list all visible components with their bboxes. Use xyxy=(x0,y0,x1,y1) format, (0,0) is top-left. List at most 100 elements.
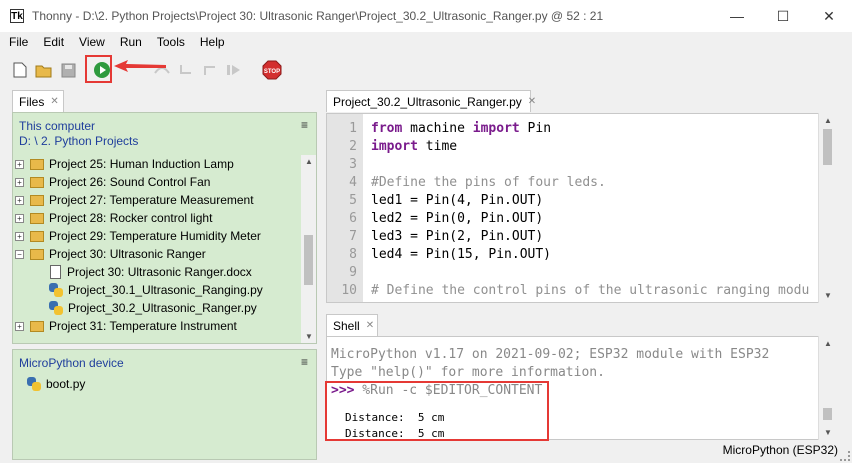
editor-scroll-thumb[interactable] xyxy=(823,129,832,165)
expand-icon[interactable]: + xyxy=(15,195,24,205)
folder-icon xyxy=(30,230,44,242)
close-button[interactable]: ✕ xyxy=(806,0,852,32)
close-icon[interactable]: ✕ xyxy=(366,320,374,331)
shell-output-highlight xyxy=(325,381,549,441)
line-number: 8 xyxy=(349,246,357,262)
tree-item-label: Project 25: Human Induction Lamp xyxy=(49,157,234,171)
tab-files-label: Files xyxy=(19,94,45,109)
interpreter-status[interactable]: MicroPython (ESP32) xyxy=(723,443,838,457)
expand-icon[interactable]: + xyxy=(15,213,24,223)
stop-label: STOP xyxy=(264,69,280,75)
tree-item-project-26[interactable]: + Project 26: Sound Control Fan xyxy=(13,173,301,191)
expand-icon[interactable]: + xyxy=(15,159,24,169)
document-icon xyxy=(50,265,61,279)
minimize-button[interactable]: — xyxy=(714,0,760,32)
files-panel: This computer D: \ 2. Python Projects ≡ … xyxy=(12,112,317,344)
folder-icon xyxy=(30,320,44,332)
tree-item-project-31[interactable]: + Project 31: Temperature Instrument xyxy=(13,317,301,335)
device-file-boot[interactable]: boot.py xyxy=(27,375,85,393)
line-number: 2 xyxy=(349,138,357,154)
menu-file[interactable]: File xyxy=(3,35,34,49)
resize-grip-icon[interactable] xyxy=(840,451,850,461)
step-out-icon[interactable] xyxy=(200,60,220,80)
save-icon[interactable] xyxy=(58,60,78,80)
menu-help[interactable]: Help xyxy=(194,35,231,49)
menu-view[interactable]: View xyxy=(73,35,111,49)
code-line: 10 # Define the control pins of the ultr… xyxy=(327,281,809,299)
keyword: import xyxy=(371,138,418,154)
tree-item-label: Project 29: Temperature Humidity Meter xyxy=(49,229,261,243)
tree-item-label: Project 28: Rocker control light xyxy=(49,211,213,225)
shell-scroll-thumb[interactable] xyxy=(823,408,832,420)
tab-files[interactable]: Files ✕ xyxy=(12,90,64,112)
tree-item-project-27[interactable]: + Project 27: Temperature Measurement xyxy=(13,191,301,209)
collapse-icon[interactable]: − xyxy=(15,249,24,259)
device-header: MicroPython device xyxy=(19,356,124,370)
shell-hint: Type "help()" for more information. xyxy=(331,365,605,380)
resume-icon[interactable] xyxy=(224,60,244,80)
scroll-down-icon[interactable]: ▼ xyxy=(305,332,313,341)
code-text: led3 = Pin(2, Pin.OUT) xyxy=(371,228,544,244)
menu-run[interactable]: Run xyxy=(114,35,148,49)
scroll-down-icon[interactable]: ▼ xyxy=(824,291,832,300)
files-menu-icon[interactable]: ≡ xyxy=(301,118,308,132)
expand-icon[interactable]: + xyxy=(15,177,24,187)
code-text: led4 = Pin(15, Pin.OUT) xyxy=(371,246,552,262)
tree-item-project-28[interactable]: + Project 28: Rocker control light xyxy=(13,209,301,227)
code-editor[interactable]: 1 from machine import Pin 2 import time … xyxy=(326,113,836,303)
maximize-button[interactable]: ☐ xyxy=(760,0,806,32)
keyword: import xyxy=(472,120,520,136)
code-line: 8 led4 = Pin(15, Pin.OUT) xyxy=(327,245,551,263)
open-folder-icon[interactable] xyxy=(34,60,54,80)
expand-icon[interactable]: + xyxy=(15,231,24,241)
run-button-highlight xyxy=(85,55,112,83)
scroll-down-icon[interactable]: ▼ xyxy=(824,428,832,437)
device-menu-icon[interactable]: ≡ xyxy=(301,355,308,369)
tree-item-py-30-1[interactable]: Project_30.1_Ultrasonic_Ranging.py xyxy=(13,281,301,299)
editor-scrollbar[interactable]: ▲ ▼ xyxy=(818,113,836,303)
python-file-icon xyxy=(49,301,63,315)
close-icon[interactable]: ✕ xyxy=(50,96,58,107)
scroll-up-icon[interactable]: ▲ xyxy=(824,116,832,125)
tree-item-project-30[interactable]: − Project 30: Ultrasonic Ranger xyxy=(13,245,301,263)
tree-item-project-29[interactable]: + Project 29: Temperature Humidity Meter xyxy=(13,227,301,245)
step-into-icon[interactable] xyxy=(176,60,196,80)
code-text: time xyxy=(417,138,458,154)
stop-icon[interactable]: STOP xyxy=(262,60,282,80)
title-bar: Tk Thonny - D:\2. Python Projects\Projec… xyxy=(0,0,852,32)
current-path[interactable]: D: \ 2. Python Projects xyxy=(19,134,138,149)
line-number: 7 xyxy=(349,228,357,244)
device-file-label: boot.py xyxy=(46,377,86,391)
code-line: 4 #Define the pins of four leds. xyxy=(327,173,606,191)
tab-editor-file[interactable]: Project_30.2_Ultrasonic_Ranger.py ✕ xyxy=(326,90,536,112)
shell-banner: MicroPython v1.17 on 2021-09-02; ESP32 m… xyxy=(331,347,770,362)
shell-tab-label: Shell xyxy=(333,318,360,333)
tree-item-py-30-2[interactable]: Project_30.2_Ultrasonic_Ranger.py xyxy=(13,299,301,317)
new-file-icon[interactable] xyxy=(10,60,30,80)
tree-item-label: Project_30.1_Ultrasonic_Ranging.py xyxy=(68,283,263,297)
expand-icon[interactable]: + xyxy=(15,321,24,331)
tab-shell[interactable]: Shell ✕ xyxy=(326,314,378,336)
line-number: 1 xyxy=(349,120,357,136)
folder-icon xyxy=(30,194,44,206)
shell-scrollbar[interactable]: ▲ ▼ xyxy=(818,336,836,440)
shell-tabbar: Shell ✕ xyxy=(326,314,846,336)
menu-tools[interactable]: Tools xyxy=(151,35,191,49)
menu-bar: File Edit View Run Tools Help xyxy=(0,32,852,52)
files-scrollbar[interactable]: ▲ ▼ xyxy=(301,155,316,343)
scroll-up-icon[interactable]: ▲ xyxy=(824,339,832,348)
code-line: 3 xyxy=(327,155,357,173)
menu-edit[interactable]: Edit xyxy=(37,35,70,49)
close-icon[interactable]: ✕ xyxy=(528,96,536,107)
scroll-up-icon[interactable]: ▲ xyxy=(305,157,313,166)
tree-item-label: Project 30: Ultrasonic Ranger.docx xyxy=(67,265,252,279)
folder-icon xyxy=(30,212,44,224)
line-number: 4 xyxy=(349,174,357,190)
tree-item-docx[interactable]: Project 30: Ultrasonic Ranger.docx xyxy=(13,263,301,281)
code-line: 1 from machine import Pin xyxy=(327,119,551,137)
files-tabbar: Files ✕ xyxy=(10,90,316,112)
tree-item-project-25[interactable]: + Project 25: Human Induction Lamp xyxy=(13,155,301,173)
tree-item-label: Project_30.2_Ultrasonic_Ranger.py xyxy=(68,301,257,315)
files-scroll-thumb[interactable] xyxy=(304,235,313,285)
code-comment: # Define the control pins of the ultraso… xyxy=(371,282,810,298)
